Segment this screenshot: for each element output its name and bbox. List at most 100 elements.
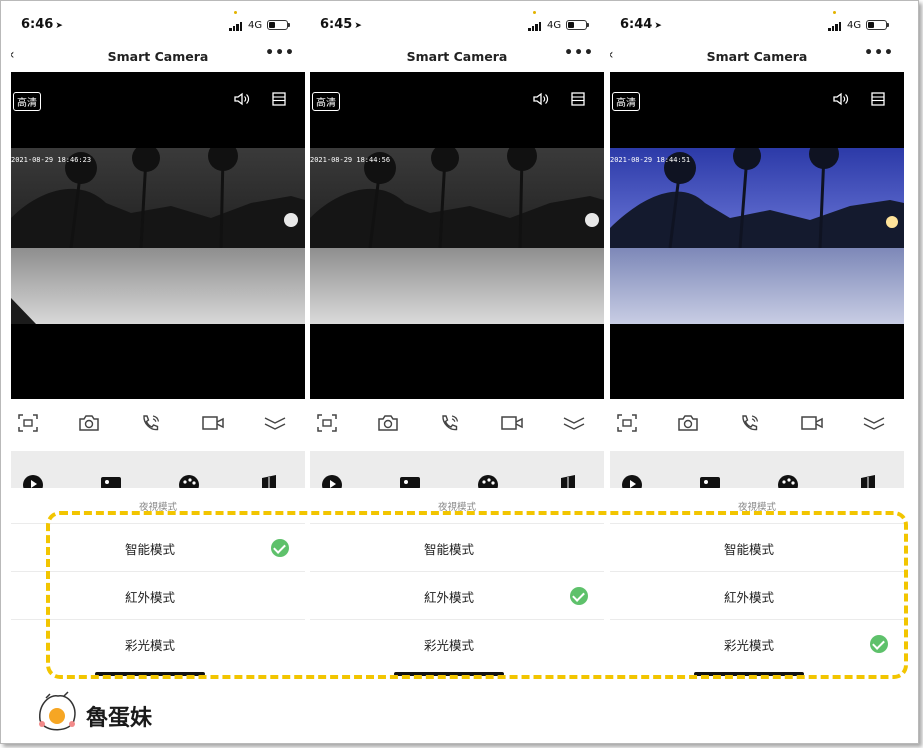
more-icon[interactable]: ••• (265, 45, 295, 61)
speaker-icon[interactable] (532, 92, 550, 106)
speaker-icon[interactable] (233, 92, 251, 106)
nav-bar: ‹ Smart Camera ••• (11, 45, 305, 72)
page-title: Smart Camera (706, 49, 808, 64)
status-bar: 6:46 ➤ 4G (11, 1, 305, 45)
control-bar (310, 399, 604, 451)
video-record-icon[interactable] (500, 413, 524, 433)
more-icon[interactable]: ••• (864, 45, 894, 61)
mode-option-infrared[interactable]: 紅外模式 (310, 571, 604, 620)
phone-call-icon[interactable] (738, 413, 762, 433)
panel-icon[interactable] (871, 92, 885, 106)
mode-option-smart[interactable]: 智能模式 (11, 523, 305, 572)
check-icon (870, 635, 888, 653)
mode-option-color[interactable]: 彩光模式 (310, 619, 604, 668)
contrast-icon[interactable] (259, 475, 279, 489)
sheet-title: 夜視模式 (437, 502, 476, 513)
control-bar (610, 399, 904, 451)
location-arrow-icon: ➤ (654, 21, 662, 31)
signal-icon (528, 21, 542, 31)
camera-icon[interactable] (676, 413, 700, 433)
page-title: Smart Camera (406, 49, 508, 64)
video-timestamp: 2021-08-29 18:44:56 (310, 156, 391, 164)
phone-call-icon[interactable] (139, 413, 163, 433)
more-icon[interactable]: ••• (564, 45, 594, 61)
camera-icon[interactable] (77, 413, 101, 433)
mic-indicator-icon (234, 11, 237, 14)
live-video[interactable]: 高清 2021-08-29 18:46:23 (11, 72, 305, 399)
mode-option-smart[interactable]: 智能模式 (610, 523, 904, 572)
page-title: Smart Camera (107, 49, 209, 64)
screenshot-frame-icon[interactable] (16, 413, 40, 433)
video-timestamp: 2021-08-29 18:44:51 (610, 156, 691, 164)
location-arrow-icon: ➤ (354, 21, 362, 31)
sheet-title: 夜視模式 (737, 502, 776, 513)
screenshot-frame-icon[interactable] (315, 413, 339, 433)
nav-bar: Smart Camera ••• (310, 45, 604, 72)
mode-option-color[interactable]: 彩光模式 (11, 619, 305, 668)
network-label: 4G (547, 20, 562, 31)
album-icon[interactable] (400, 475, 420, 489)
quality-button[interactable]: 高清 (13, 92, 41, 111)
playback-icon[interactable] (23, 475, 43, 489)
mic-indicator-icon (533, 11, 536, 14)
signal-icon (828, 21, 842, 31)
function-tray (310, 451, 604, 489)
playback-icon[interactable] (322, 475, 342, 489)
mode-label: 智能模式 (124, 542, 175, 557)
collapse-chevron-icon[interactable] (263, 413, 287, 433)
night-mode-sheet: 夜視模式 智能模式 紅外模式 彩光模式 (11, 488, 305, 701)
mode-option-infrared[interactable]: 紅外模式 (610, 571, 904, 620)
status-time: 6:44 ➤ (620, 17, 662, 32)
palette-icon[interactable] (778, 475, 798, 489)
check-icon (570, 587, 588, 605)
network-label: 4G (847, 20, 862, 31)
battery-icon (267, 20, 290, 30)
quality-button[interactable]: 高清 (612, 92, 640, 111)
live-video[interactable]: 高清 2021-08-29 18:44:56 (310, 72, 604, 399)
mode-label: 彩光模式 (723, 638, 774, 653)
phone-call-icon[interactable] (438, 413, 462, 433)
control-bar (11, 399, 305, 451)
mode-label: 智能模式 (423, 542, 474, 557)
night-mode-sheet: 夜視模式 智能模式 紅外模式 彩光模式 (310, 488, 604, 701)
screenshot-frame-icon[interactable] (615, 413, 639, 433)
location-arrow-icon: ➤ (55, 21, 63, 31)
sheet-title: 夜視模式 (138, 502, 177, 513)
mode-option-color[interactable]: 彩光模式 (610, 619, 904, 668)
album-icon[interactable] (101, 475, 121, 489)
mode-label: 紅外模式 (423, 590, 474, 605)
watermark-logo: 魯蛋妹 (34, 688, 174, 736)
palette-icon[interactable] (478, 475, 498, 489)
palette-icon[interactable] (179, 475, 199, 489)
album-icon[interactable] (700, 475, 720, 489)
playback-icon[interactable] (622, 475, 642, 489)
egg-mascot-icon (39, 691, 76, 731)
mode-option-infrared[interactable]: 紅外模式 (11, 571, 305, 620)
video-record-icon[interactable] (201, 413, 225, 433)
quality-button[interactable]: 高清 (312, 92, 340, 111)
status-bar: 6:44 ➤ 4G (610, 1, 904, 45)
collapse-chevron-icon[interactable] (862, 413, 886, 433)
watermark-text: 魯蛋妹 (86, 706, 153, 731)
contrast-icon[interactable] (858, 475, 878, 489)
collapse-chevron-icon[interactable] (562, 413, 586, 433)
mode-option-smart[interactable]: 智能模式 (310, 523, 604, 572)
mode-label: 紅外模式 (723, 590, 774, 605)
video-record-icon[interactable] (800, 413, 824, 433)
phone-screen-2: 6:45 ➤ 4G Smart Camera ••• 高清 2021-08-29 … (310, 1, 604, 701)
panel-icon[interactable] (571, 92, 585, 106)
speaker-icon[interactable] (832, 92, 850, 106)
mode-label: 彩光模式 (423, 638, 474, 653)
live-video[interactable]: 高清 2021-08-29 18:44:51 (610, 72, 904, 399)
home-indicator (394, 672, 504, 676)
network-label: 4G (248, 20, 263, 31)
panel-icon[interactable] (272, 92, 286, 106)
mode-label: 紅外模式 (124, 590, 175, 605)
status-bar: 6:45 ➤ 4G (310, 1, 604, 45)
mic-indicator-icon (833, 11, 836, 14)
camera-icon[interactable] (376, 413, 400, 433)
mode-label: 彩光模式 (124, 638, 175, 653)
phone-screen-1: 6:46➤ 4G ‹ Smart Camera ••• 高清 2021-08-2… (11, 1, 305, 701)
contrast-icon[interactable] (558, 475, 578, 489)
home-indicator (694, 672, 804, 676)
